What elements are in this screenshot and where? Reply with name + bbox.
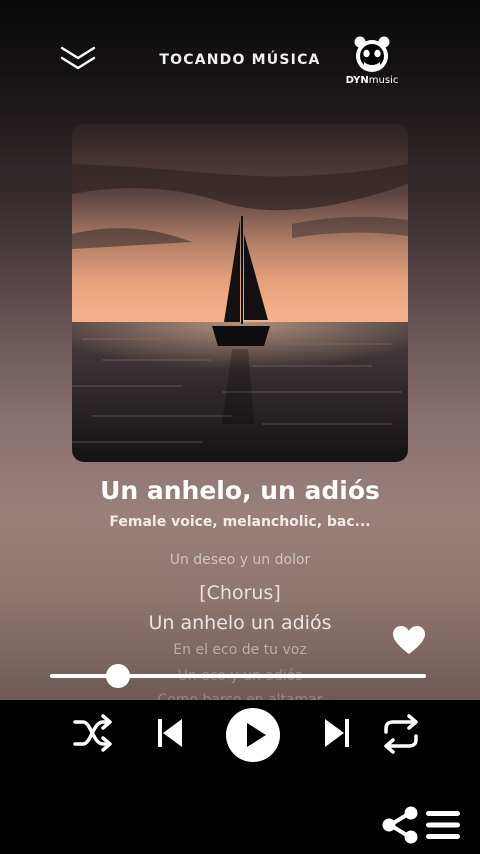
- play-icon: [247, 723, 266, 747]
- shuffle-icon: [73, 714, 112, 752]
- shuffle-button[interactable]: [73, 714, 113, 752]
- album-art: [72, 124, 408, 462]
- queue-button[interactable]: [426, 808, 460, 842]
- seek-bar[interactable]: [50, 664, 426, 688]
- seek-thumb[interactable]: [106, 664, 130, 688]
- play-button[interactable]: [226, 708, 280, 762]
- next-button[interactable]: [322, 716, 352, 750]
- previous-button[interactable]: [155, 716, 185, 750]
- header: TOCANDO MÚSICA DYNmusic: [0, 0, 480, 110]
- chevron-down-icon: [60, 46, 96, 70]
- song-subtitle: Female voice, melancholic, bac...: [109, 514, 371, 530]
- repeat-button[interactable]: [380, 714, 422, 754]
- lyric-line: Un deseo y un dolor: [169, 552, 311, 568]
- collapse-button[interactable]: [58, 42, 98, 76]
- logo-text: DYNmusic: [345, 75, 399, 86]
- song-title: Un anhelo, un adiós: [100, 476, 380, 505]
- lyric-line: [Chorus]: [199, 582, 281, 604]
- skip-previous-icon: [158, 719, 182, 747]
- share-button[interactable]: [381, 806, 419, 844]
- bottom-bar: [0, 770, 480, 854]
- like-button[interactable]: [393, 626, 425, 656]
- heart-icon: [393, 626, 425, 654]
- skip-next-icon: [325, 719, 349, 747]
- page-title: TOCANDO MÚSICA: [159, 52, 321, 68]
- queue-icon: [426, 811, 460, 839]
- app-logo: DYNmusic: [344, 36, 400, 92]
- repeat-icon: [384, 714, 418, 754]
- playback-controls: [0, 700, 480, 770]
- panda-logo-icon: [354, 36, 390, 72]
- share-icon: [382, 806, 418, 844]
